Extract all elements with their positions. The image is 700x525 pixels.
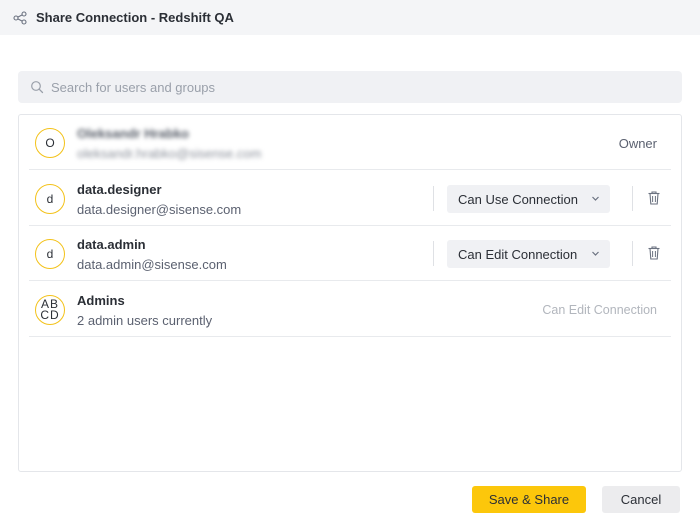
dialog-header: Share Connection - Redshift QA [0,0,700,35]
user-row-data-admin: d data.admin data.admin@sisense.com Can … [29,226,671,281]
role-dropdown[interactable]: Can Use Connection [447,185,610,213]
divider [433,186,434,211]
user-name: data.designer [77,182,162,197]
group-name: Admins [77,293,125,308]
user-email: data.admin@sisense.com [77,257,227,272]
group-avatar: AB CD [35,295,65,325]
chevron-down-icon [591,249,600,258]
chevron-down-icon [591,194,600,203]
user-row-owner: O Oleksandr Hrabko oleksandr.hrabko@sise… [29,115,671,170]
trash-icon[interactable] [647,245,661,261]
group-row-admins: AB CD Admins 2 admin users currently Can… [29,282,671,337]
divider [632,186,633,211]
share-icon [13,10,27,25]
role-dropdown-label: Can Edit Connection [458,246,578,262]
user-email: data.designer@sisense.com [77,202,242,217]
user-row-data-designer: d data.designer data.designer@sisense.co… [29,171,671,226]
role-label: Owner [618,136,657,151]
user-name: data.admin [77,237,146,252]
avatar: d [35,239,65,269]
dialog-title: Share Connection - Redshift QA [36,10,234,25]
avatar: d [35,184,65,214]
divider [632,241,633,266]
search-input[interactable] [51,79,651,95]
save-and-share-button[interactable]: Save & Share [472,486,586,513]
search-icon [30,80,44,94]
group-avatar-bottom: CD [40,308,60,322]
user-email: oleksandr.hrabko@sisense.com [77,146,262,161]
user-name: Oleksandr Hrabko [77,126,189,141]
avatar: O [35,128,65,158]
divider [433,241,434,266]
group-description: 2 admin users currently [77,313,213,328]
role-dropdown[interactable]: Can Edit Connection [447,240,610,268]
users-panel: O Oleksandr Hrabko oleksandr.hrabko@sise… [18,114,682,472]
trash-icon[interactable] [647,190,661,206]
search-bar[interactable] [18,71,682,103]
role-dropdown-label: Can Use Connection [458,191,578,207]
cancel-button[interactable]: Cancel [602,486,680,513]
role-label: Can Edit Connection [542,303,657,317]
